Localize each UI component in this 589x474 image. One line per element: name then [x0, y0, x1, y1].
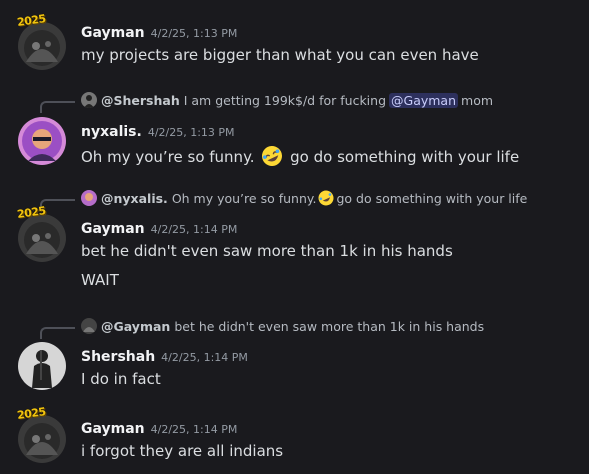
message-header: Gayman 4/2/25, 1:13 PM	[81, 22, 237, 41]
reply-spine	[40, 101, 75, 113]
message-header: Gayman 4/2/25, 1:14 PM	[81, 418, 237, 437]
message-content: I do in fact	[81, 370, 161, 388]
timestamp: 4/2/25, 1:14 PM	[150, 423, 238, 436]
shershah-avatar-image	[18, 342, 66, 390]
reply-author[interactable]: @Shershah	[101, 93, 180, 108]
message-content: Oh my you’re so funny. go do something w…	[81, 145, 519, 167]
timestamp: 4/2/25, 1:14 PM	[161, 351, 248, 364]
reply-text: Oh my you’re so funny.	[171, 190, 317, 206]
reply-text: I am getting 199k$/d for fucking	[183, 92, 387, 108]
gayman-avatar-image	[18, 415, 66, 463]
reply-avatar-nyxalis	[81, 190, 97, 206]
reply-text-end: go do something with your life	[336, 190, 528, 206]
content-text-end: go do something with your life	[290, 148, 520, 166]
message-header: Shershah 4/2/25, 1:14 PM	[81, 346, 248, 365]
message-content-line-1: bet he didn't even saw more than 1k in h…	[81, 242, 453, 260]
avatar-gayman[interactable]	[18, 415, 66, 463]
message-content: my projects are bigger than what you can…	[81, 46, 479, 64]
avatar-gayman[interactable]	[18, 214, 66, 262]
gayman-mini-avatar	[81, 318, 97, 334]
username[interactable]: Gayman	[81, 421, 145, 437]
reply-author[interactable]: @Gayman	[101, 319, 170, 334]
timestamp: 4/2/25, 1:14 PM	[150, 223, 238, 236]
avatar-shershah[interactable]	[18, 342, 66, 390]
timestamp: 4/2/25, 1:13 PM	[147, 126, 235, 139]
reply-author[interactable]: @nyxalis.	[101, 191, 168, 206]
reply-preview[interactable]: @Shershah I am getting 199k$/d for fucki…	[81, 92, 493, 108]
username[interactable]: Gayman	[81, 25, 145, 41]
message-header: nyxalis. 4/2/25, 1:13 PM	[81, 121, 235, 140]
message-content-line-2: WAIT	[81, 271, 119, 289]
reply-preview[interactable]: @nyxalis. Oh my you’re so funny. go do s…	[81, 190, 527, 206]
reply-avatar-gayman	[81, 318, 97, 334]
rofl-emoji	[318, 190, 334, 206]
avatar-nyxalis[interactable]	[18, 117, 66, 165]
reply-text-end: mom	[461, 92, 494, 108]
timestamp: 4/2/25, 1:13 PM	[150, 27, 238, 40]
nyxalis-mini-avatar	[81, 190, 97, 206]
gayman-avatar-image	[18, 22, 66, 70]
avatar-gayman[interactable]	[18, 22, 66, 70]
username[interactable]: Gayman	[81, 221, 145, 237]
message-content: i forgot they are all indians	[81, 442, 284, 460]
rofl-emoji[interactable]	[261, 145, 283, 167]
nyxalis-avatar-image	[18, 117, 66, 165]
content-text: Oh my you’re so funny.	[81, 148, 255, 166]
shershah-mini-avatar	[81, 92, 97, 108]
gayman-avatar-image	[18, 214, 66, 262]
username[interactable]: Shershah	[81, 349, 155, 365]
reply-preview[interactable]: @Gayman bet he didn't even saw more than…	[81, 318, 484, 334]
reply-text: bet he didn't even saw more than 1k in h…	[174, 318, 485, 334]
reply-spine	[40, 327, 75, 339]
reply-avatar-shershah	[81, 92, 97, 108]
message-header: Gayman 4/2/25, 1:14 PM	[81, 218, 237, 237]
username[interactable]: nyxalis.	[81, 124, 142, 140]
mention[interactable]: @Gayman	[389, 92, 459, 108]
